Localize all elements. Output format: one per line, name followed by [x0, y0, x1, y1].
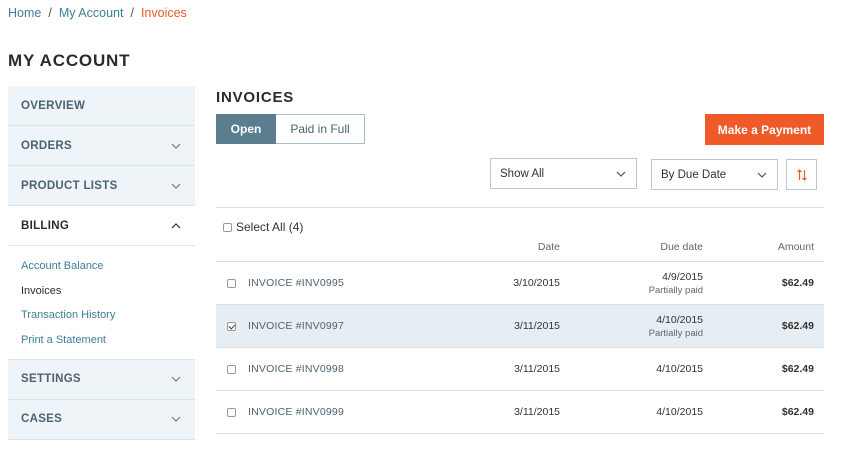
breadcrumb-current: Invoices [140, 6, 187, 20]
filter-select[interactable]: Show All [490, 158, 637, 189]
tab-open[interactable]: Open [216, 114, 276, 144]
invoice-list: INVOICE #INV0995 3/10/2015 4/9/2015 Part… [216, 262, 824, 434]
invoice-status: Partially paid [648, 328, 703, 339]
invoice-link[interactable]: INVOICE #INV0998 [248, 363, 344, 375]
sidebar-item-label: SETTINGS [21, 373, 81, 386]
section-title: INVOICES [216, 89, 295, 106]
sidebar: OVERVIEW ORDERS PRODUCT LISTS BILLING Ac… [8, 86, 195, 440]
sidebar-item-overview[interactable]: OVERVIEW [8, 86, 195, 126]
sort-arrows-icon [796, 168, 807, 181]
subnav-item-invoices[interactable]: Invoices [21, 279, 182, 304]
make-payment-button[interactable]: Make a Payment [705, 114, 824, 145]
breadcrumb-separator: / [130, 6, 134, 20]
sidebar-item-label: PRODUCT LISTS [21, 179, 118, 192]
chevron-down-icon [170, 140, 182, 152]
breadcrumb-separator: / [48, 6, 52, 20]
sidebar-item-orders[interactable]: ORDERS [8, 126, 195, 166]
invoice-due: 4/9/2015 Partially paid [649, 271, 703, 296]
invoice-due-date: 4/10/2015 [656, 406, 703, 418]
breadcrumb: Home / My Account / Invoices [8, 6, 187, 20]
select-all-label: Select All (4) [236, 220, 304, 234]
sidebar-item-label: OVERVIEW [21, 99, 86, 112]
invoice-due: 4/10/2015 [656, 363, 703, 375]
select-all-checkbox[interactable] [223, 222, 232, 232]
divider [216, 207, 824, 208]
billing-subnav: Account Balance Invoices Transaction His… [8, 246, 195, 360]
invoice-date: 3/11/2015 [514, 320, 560, 332]
invoice-amount: $62.49 [781, 363, 814, 375]
subnav-item-account-balance[interactable]: Account Balance [21, 254, 182, 279]
subnav-item-print-statement[interactable]: Print a Statement [21, 328, 182, 353]
breadcrumb-account-link[interactable]: My Account [59, 6, 124, 20]
column-header-due-date: Due date [660, 241, 703, 253]
table-row[interactable]: INVOICE #INV0995 3/10/2015 4/9/2015 Part… [216, 262, 824, 305]
table-row[interactable]: INVOICE #INV0999 3/11/2015 4/10/2015 $62… [216, 391, 824, 434]
breadcrumb-home-link[interactable]: Home [8, 6, 41, 20]
sidebar-item-cases[interactable]: CASES [8, 399, 195, 440]
invoice-due-date: 4/9/2015 [662, 271, 703, 283]
invoice-amount: $62.49 [781, 320, 814, 332]
chevron-down-icon [170, 413, 182, 425]
table-row[interactable]: INVOICE #INV0998 3/11/2015 4/10/2015 $62… [216, 348, 824, 391]
sort-direction-button[interactable] [786, 159, 817, 190]
row-checkbox[interactable] [227, 365, 236, 374]
invoice-date: 3/11/2015 [514, 406, 560, 418]
chevron-down-icon [615, 168, 627, 180]
sidebar-item-settings[interactable]: SETTINGS [8, 359, 195, 400]
select-all[interactable]: Select All (4) [223, 220, 303, 234]
invoice-link[interactable]: INVOICE #INV0999 [248, 406, 344, 418]
chevron-down-icon [756, 169, 768, 181]
sort-select-value: By Due Date [661, 168, 727, 181]
invoice-link[interactable]: INVOICE #INV0997 [248, 320, 344, 332]
invoice-amount: $62.49 [781, 406, 814, 418]
row-checkbox[interactable] [227, 408, 236, 417]
invoice-tabs: Open Paid in Full [216, 114, 365, 144]
invoice-due-date: 4/10/2015 [656, 363, 703, 375]
tab-paid-in-full[interactable]: Paid in Full [276, 114, 365, 144]
page-title: MY ACCOUNT [8, 51, 131, 70]
sidebar-item-product-lists[interactable]: PRODUCT LISTS [8, 166, 195, 206]
subnav-item-transaction-history[interactable]: Transaction History [21, 303, 182, 328]
filter-select-value: Show All [500, 167, 545, 180]
invoice-amount: $62.49 [781, 277, 814, 289]
invoice-date: 3/11/2015 [514, 363, 560, 375]
chevron-up-icon [170, 220, 182, 232]
invoice-due: 4/10/2015 [656, 406, 703, 418]
sort-select[interactable]: By Due Date [651, 159, 778, 190]
chevron-down-icon [170, 373, 182, 385]
sidebar-item-label: ORDERS [21, 139, 73, 152]
invoice-due-date: 4/10/2015 [656, 314, 703, 326]
sidebar-item-label: CASES [21, 413, 63, 426]
column-header-amount: Amount [777, 241, 814, 253]
sidebar-item-label: BILLING [21, 219, 70, 232]
sidebar-item-billing[interactable]: BILLING [8, 206, 195, 246]
invoice-due: 4/10/2015 Partially paid [649, 314, 703, 339]
row-checkbox[interactable] [227, 322, 236, 331]
row-checkbox[interactable] [227, 279, 236, 288]
column-header-date: Date [537, 241, 560, 253]
invoice-status: Partially paid [648, 285, 703, 296]
invoice-link[interactable]: INVOICE #INV0995 [248, 277, 344, 289]
table-row[interactable]: INVOICE #INV0997 3/11/2015 4/10/2015 Par… [216, 305, 824, 348]
chevron-down-icon [170, 180, 182, 192]
invoice-date: 3/10/2015 [513, 277, 560, 289]
